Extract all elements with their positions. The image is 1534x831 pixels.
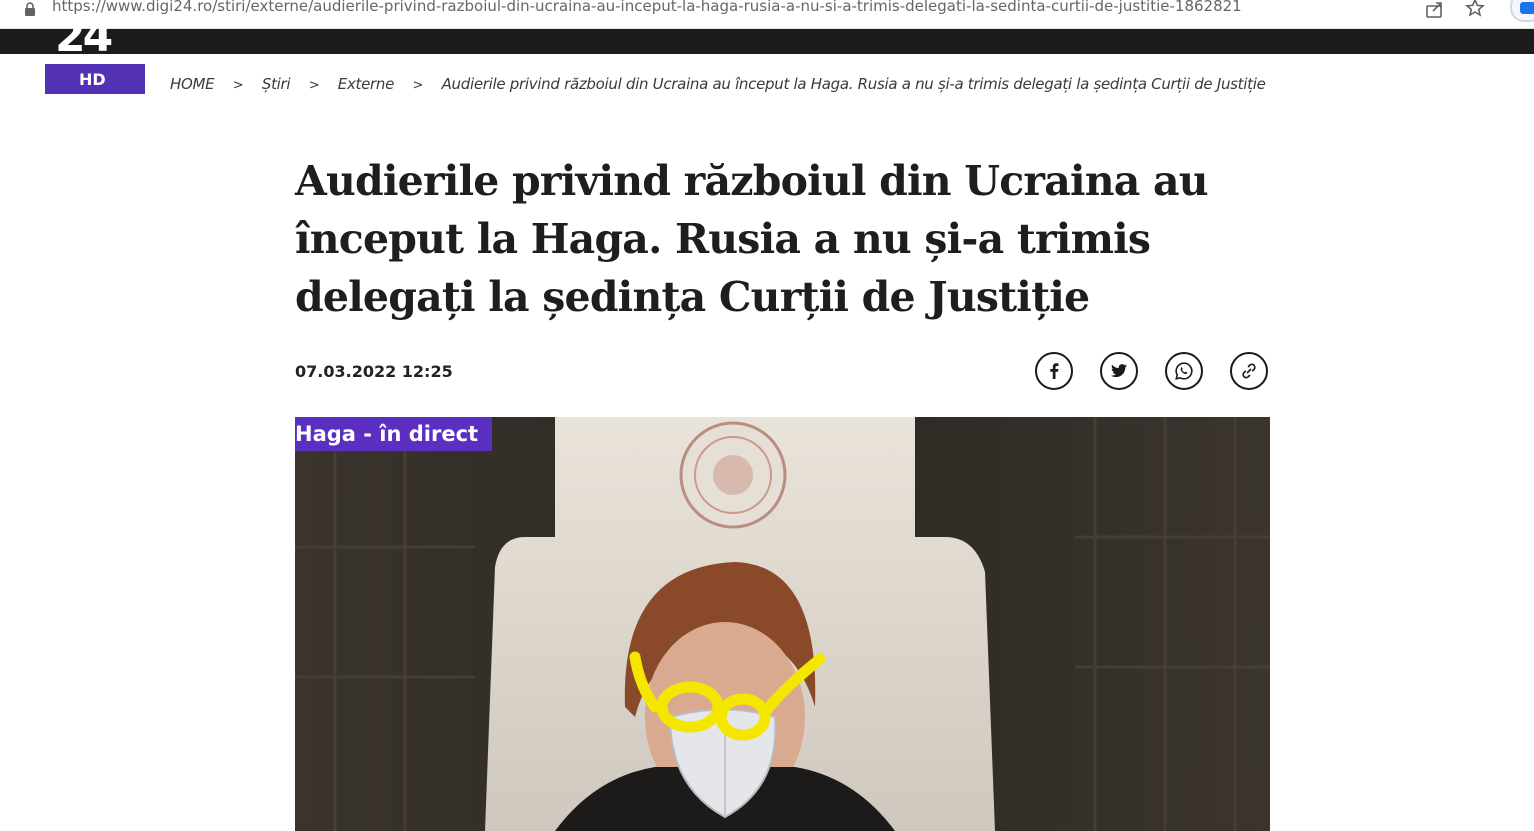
breadcrumb-externe[interactable]: Externe [338, 75, 395, 93]
share-facebook-button[interactable] [1035, 352, 1073, 390]
live-tag: Haga - în direct [295, 417, 493, 451]
share-twitter-button[interactable] [1100, 352, 1138, 390]
logo-hd-label: HD [79, 70, 106, 89]
article-video[interactable]: Haga - în direct [295, 417, 1270, 831]
video-frame [295, 417, 1270, 831]
breadcrumb-separator: > [412, 78, 424, 93]
whatsapp-icon [1175, 362, 1193, 380]
breadcrumb: HOME > Știri > Externe > Audierile privi… [170, 75, 1266, 93]
share-page-icon[interactable] [1425, 0, 1445, 18]
bookmark-star-icon[interactable] [1465, 0, 1485, 18]
browser-address-bar: https://www.digi24.ro/stiri/externe/audi… [0, 0, 1534, 29]
breadcrumb-current: Audierile privind războiul din Ucraina a… [441, 75, 1266, 93]
lock-icon [25, 2, 35, 16]
breadcrumb-stiri[interactable]: Știri [262, 75, 291, 93]
copy-link-button[interactable] [1230, 352, 1268, 390]
breadcrumb-home[interactable]: HOME [170, 75, 215, 93]
twitter-icon [1111, 364, 1127, 378]
breadcrumb-separator: > [232, 78, 244, 93]
site-navbar [0, 29, 1534, 54]
facebook-icon [1050, 363, 1059, 379]
article-title: Audierile privind războiul din Ucraina a… [295, 157, 1209, 321]
link-icon [1242, 363, 1256, 379]
url-text[interactable]: https://www.digi24.ro/stiri/externe/audi… [52, 0, 1242, 15]
logo-number: 24 [55, 19, 113, 55]
share-whatsapp-button[interactable] [1165, 352, 1203, 390]
breadcrumb-separator: > [308, 78, 320, 93]
extension-icon[interactable] [1510, 0, 1534, 22]
logo-hd-badge: HD [45, 64, 145, 94]
site-logo[interactable]: 24 HD [45, 19, 145, 94]
article-date: 07.03.2022 12:25 [295, 362, 453, 381]
